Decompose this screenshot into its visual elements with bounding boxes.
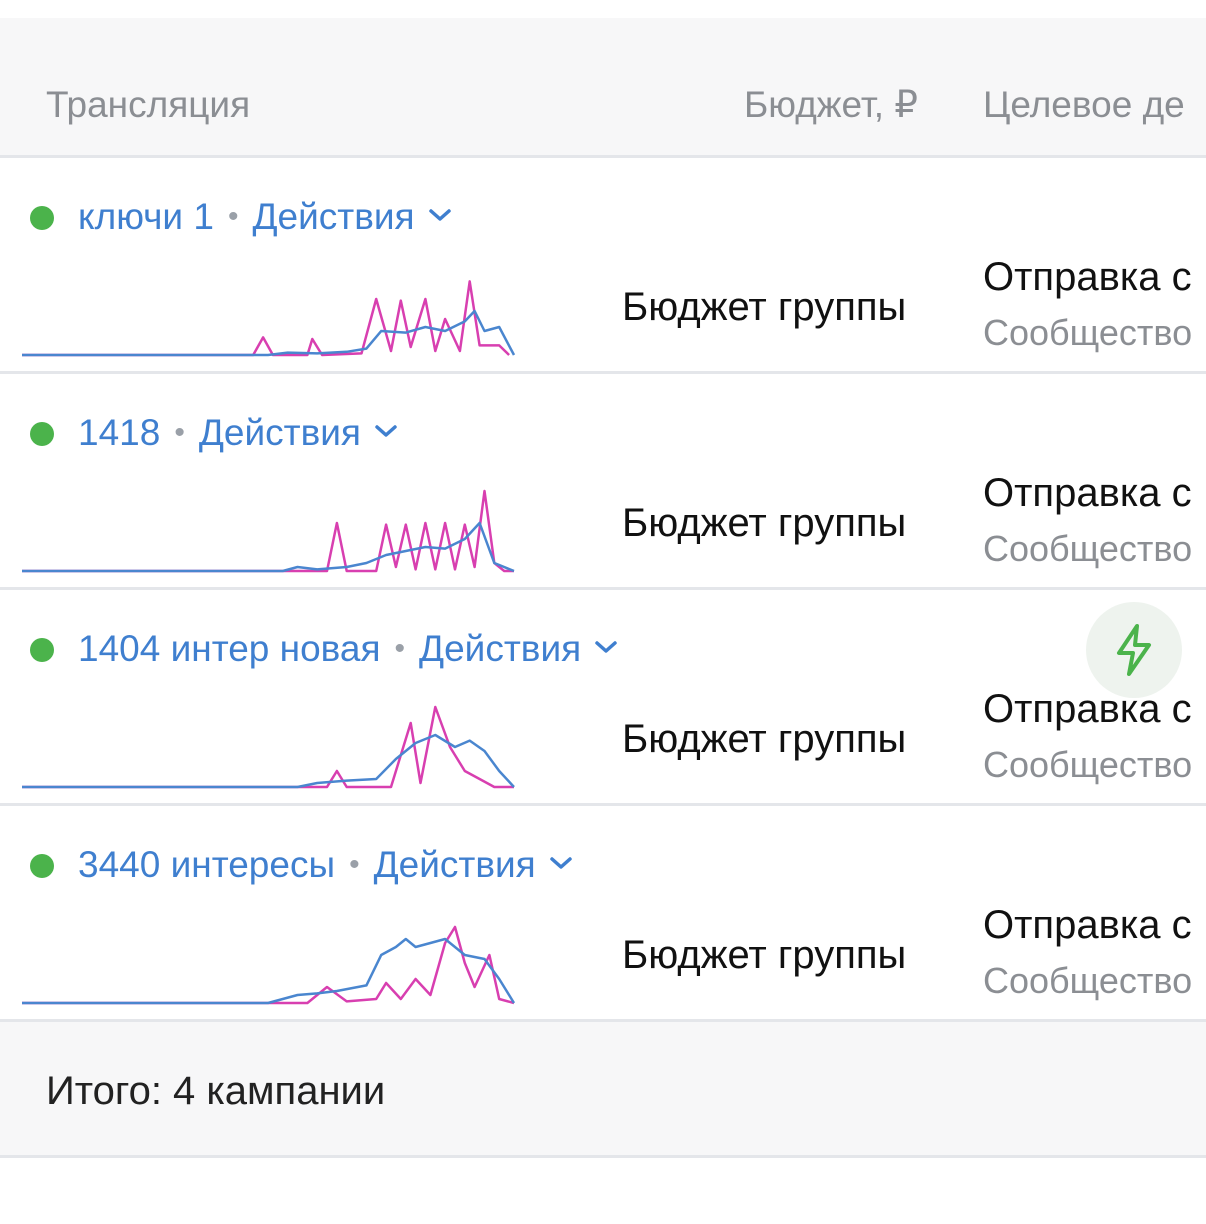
campaign-name-link[interactable]: 3440 интересы: [78, 844, 335, 885]
chevron-down-icon: [549, 857, 572, 869]
campaign-title-line: 1418 • Действия: [78, 408, 399, 458]
campaign-title-line: 3440 интересы • Действия: [78, 840, 574, 890]
activity-sparkline: [22, 925, 516, 1005]
sparkline-series-pink: [22, 280, 510, 357]
status-dot-icon: [30, 206, 54, 230]
total-campaigns-label: Итого: 4 кампании: [46, 1069, 386, 1113]
sparkline-series-blue: [22, 937, 516, 1005]
actions-dropdown[interactable]: Действия: [419, 628, 619, 669]
separator-dot: •: [174, 416, 185, 449]
status-dot-icon: [30, 422, 54, 446]
sparkline-series-pink: [22, 489, 514, 573]
activity-sparkline: [22, 280, 516, 357]
campaign-title-line: 1404 интер новая • Действия: [78, 624, 619, 674]
budget-cell: Бюджет группы: [622, 717, 907, 761]
campaign-name-link[interactable]: ключи 1: [78, 196, 214, 237]
table-row[interactable]: 3440 интересы • Действия Бюджет группы Отпра…: [0, 806, 1206, 1022]
sparkline-series-pink: [22, 705, 514, 789]
column-header-target[interactable]: Целевое де: [983, 80, 1185, 130]
sparkline-series-blue: [22, 733, 515, 789]
table-row[interactable]: 1404 интер новая • Действия Бюджет группы От…: [0, 590, 1206, 806]
table-header: Трансляция Бюджет, ₽ Целевое де: [0, 18, 1206, 158]
chevron-down-icon: [375, 425, 397, 437]
actions-label: Действия: [252, 196, 415, 237]
status-dot-icon: [30, 854, 54, 878]
target-action-cell: Отправка с: [983, 687, 1192, 731]
chevron-down-icon: [595, 641, 617, 653]
target-action-cell: Отправка с: [983, 903, 1192, 947]
table-row[interactable]: ключи 1 • Действия Бюджет группы Отправка с С…: [0, 158, 1206, 374]
actions-label: Действия: [198, 412, 361, 453]
chevron-down-icon: [428, 209, 451, 221]
separator-dot: •: [227, 200, 239, 233]
actions-dropdown[interactable]: Действия: [199, 412, 399, 453]
target-action-cell: Отправка с: [983, 255, 1192, 299]
campaign-name-link[interactable]: 1404 интер новая: [78, 628, 381, 669]
activity-sparkline: [22, 705, 515, 789]
budget-cell: Бюджет группы: [622, 285, 907, 329]
budget-cell: Бюджет группы: [622, 933, 907, 977]
table-footer: Итого: 4 кампании: [0, 1022, 1206, 1158]
campaign-title-line: ключи 1 • Действия: [78, 192, 453, 242]
separator-dot: •: [394, 632, 406, 665]
target-source-cell: Сообщество: [983, 960, 1193, 1001]
column-header-budget[interactable]: Бюджет, ₽: [744, 80, 918, 130]
activity-sparkline: [22, 489, 515, 573]
actions-dropdown[interactable]: Действия: [374, 844, 574, 885]
actions-label: Действия: [419, 628, 582, 669]
target-source-cell: Сообщество: [983, 312, 1193, 353]
table-row[interactable]: 1418 • Действия Бюджет группы Отправка с Сооб…: [0, 374, 1206, 590]
target-source-cell: Сообщество: [983, 744, 1193, 785]
column-header-name[interactable]: Трансляция: [46, 80, 250, 130]
sparkline-series-pink: [22, 925, 515, 1005]
budget-cell: Бюджет группы: [622, 501, 907, 545]
campaign-name-link[interactable]: 1418: [78, 412, 160, 453]
separator-dot: •: [349, 848, 360, 881]
status-dot-icon: [30, 638, 54, 662]
target-action-cell: Отправка с: [983, 471, 1192, 515]
actions-dropdown[interactable]: Действия: [252, 196, 452, 237]
actions-label: Действия: [373, 844, 536, 885]
sparkline-series-blue: [22, 521, 515, 573]
target-source-cell: Сообщество: [983, 528, 1193, 569]
